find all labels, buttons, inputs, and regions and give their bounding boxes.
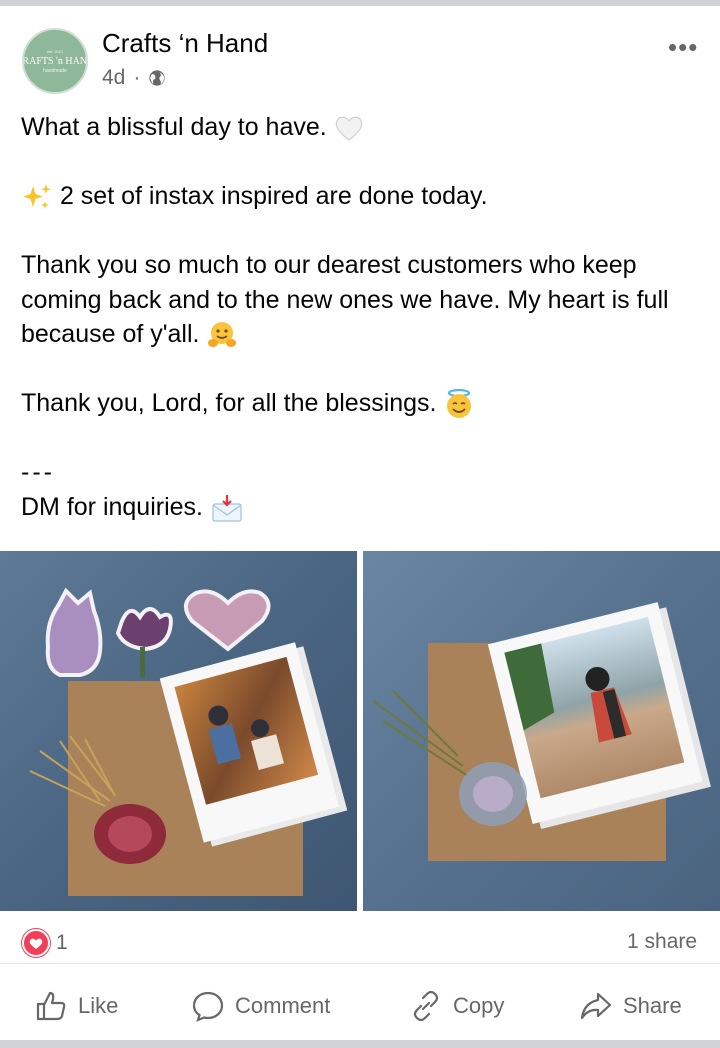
bottom-divider xyxy=(0,1040,720,1048)
top-divider xyxy=(0,0,720,6)
post-time[interactable]: 4d xyxy=(102,66,125,90)
more-options-icon[interactable]: ••• xyxy=(668,32,698,63)
post-line: DM for inquiries. xyxy=(21,490,711,525)
heart-reaction-icon xyxy=(22,929,50,957)
post-photo-2[interactable] xyxy=(363,551,720,911)
copy-label: Copy xyxy=(453,993,505,1018)
post-line: Thank you so much to our dearest custome… xyxy=(21,248,711,352)
like-label: Like xyxy=(78,993,119,1018)
white-heart-emoji-icon xyxy=(335,117,362,142)
share-button[interactable]: Share xyxy=(579,986,682,1026)
post-photo-1[interactable] xyxy=(0,551,357,911)
reactions-summary[interactable]: 1 xyxy=(22,929,68,957)
comment-label: Comment xyxy=(235,993,331,1018)
share-count[interactable]: 1 share xyxy=(627,930,697,954)
copy-button[interactable]: Copy xyxy=(409,986,504,1026)
reaction-count: 1 xyxy=(56,931,68,954)
link-icon xyxy=(413,990,439,1022)
post-line: Thank you, Lord, for all the blessings. xyxy=(21,386,711,421)
post-meta: 4d · xyxy=(102,66,166,90)
thumbs-up-icon xyxy=(36,991,66,1021)
share-arrow-icon xyxy=(580,992,612,1020)
comment-bubble-icon xyxy=(192,991,224,1022)
avatar-logo-text: CRAFTS 'n HAND xyxy=(22,55,88,67)
post-text: What a blissful day to have. 2 set of in… xyxy=(21,110,711,524)
like-button[interactable]: Like xyxy=(34,986,118,1026)
post-separator-line: --- xyxy=(21,458,55,486)
page-avatar[interactable]: est. 2021 CRAFTS 'n HAND handmade xyxy=(22,28,88,94)
actions-divider xyxy=(0,963,720,964)
sparkles-emoji-icon xyxy=(23,184,51,210)
hugging-face-emoji-icon xyxy=(208,322,237,348)
post-line: What a blissful day to have. xyxy=(21,110,711,145)
share-label: Share xyxy=(623,993,682,1018)
meta-separator: · xyxy=(133,66,141,89)
photo-grid xyxy=(0,551,720,911)
post-line: 2 set of instax inspired are done today. xyxy=(21,179,711,214)
globe-icon xyxy=(149,70,166,86)
smiling-face-with-halo-emoji-icon xyxy=(447,389,472,419)
comment-button[interactable]: Comment xyxy=(191,986,330,1026)
page-name[interactable]: Crafts ‘n Hand xyxy=(102,28,268,59)
envelope-with-arrow-emoji-icon xyxy=(212,494,242,522)
